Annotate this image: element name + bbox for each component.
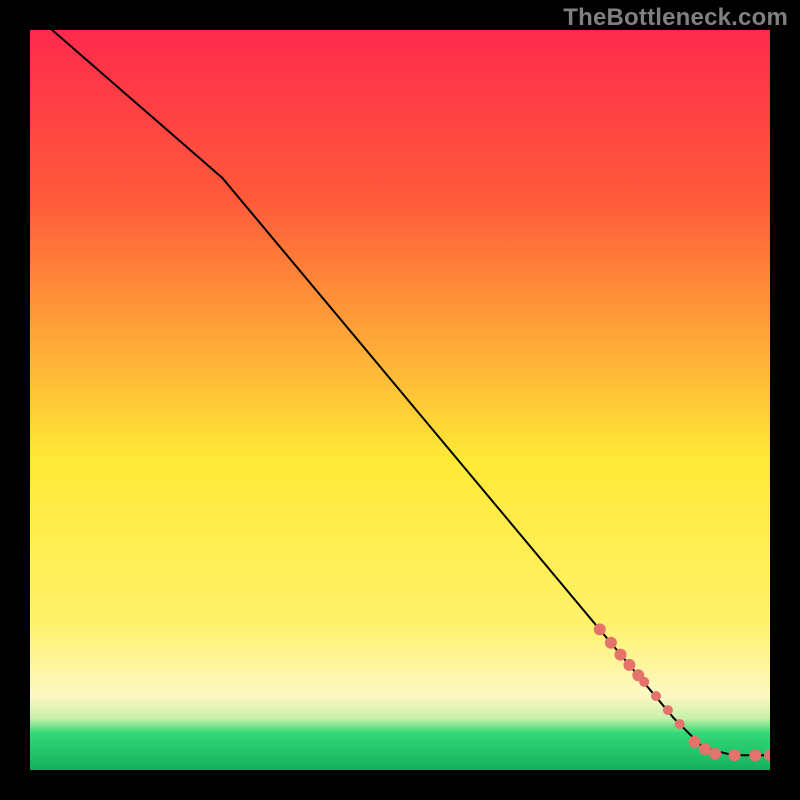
- plot-svg: [30, 30, 770, 770]
- heat-gradient-background: [30, 30, 770, 770]
- data-point: [639, 677, 649, 687]
- data-point: [689, 736, 701, 748]
- data-point: [675, 719, 685, 729]
- watermark-text: TheBottleneck.com: [563, 4, 788, 32]
- data-point: [663, 705, 673, 715]
- data-point: [615, 649, 627, 661]
- data-point: [729, 749, 741, 761]
- data-point: [651, 691, 661, 701]
- plot-area: [30, 30, 770, 770]
- data-point: [709, 748, 721, 760]
- data-point: [749, 749, 761, 761]
- data-point: [699, 743, 711, 755]
- data-point: [594, 623, 606, 635]
- data-point: [605, 637, 617, 649]
- data-point: [623, 659, 635, 671]
- chart-frame-outer: TheBottleneck.com: [0, 0, 800, 800]
